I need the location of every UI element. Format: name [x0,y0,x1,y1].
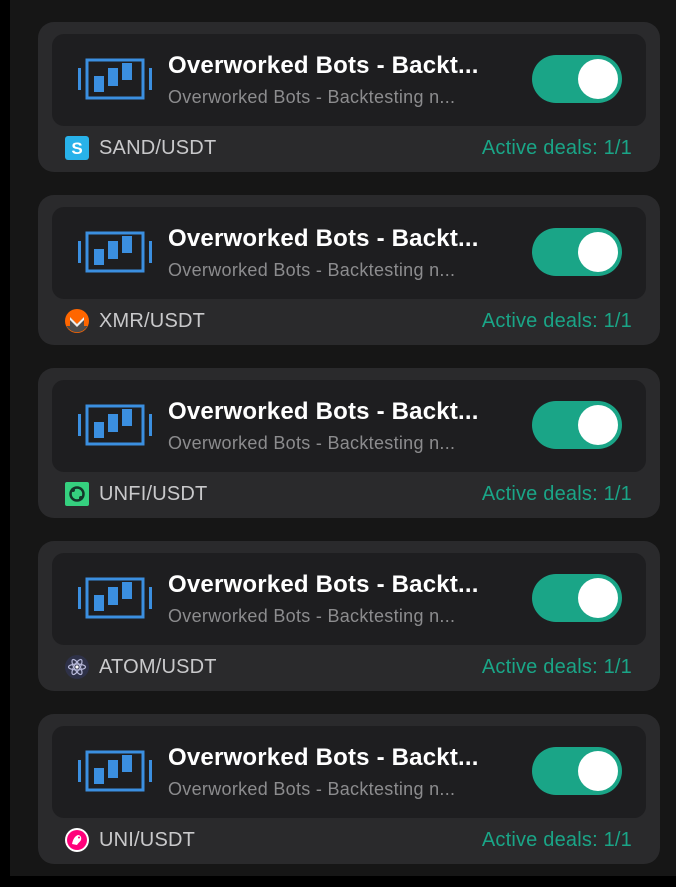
pair-row: ATOM/USDT [65,655,217,679]
bot-card[interactable]: Overworked Bots - Backt... Overworked Bo… [38,22,660,172]
toggle-knob [578,578,618,618]
pair-label: UNI/USDT [99,828,196,851]
candlestick-chart-icon [78,404,152,446]
active-deals-label: Active deals: 1/1 [481,483,632,505]
bot-card[interactable]: Overworked Bots - Backt... Overworked Bo… [38,195,660,345]
pair-row: UNFI/USDT [65,482,207,506]
bot-enabled-toggle[interactable] [532,401,622,449]
uniswap-icon [65,828,89,852]
bot-subtitle: Overworked Bots - Backtesting n... [168,779,456,799]
unfi-icon [65,482,89,506]
active-deals-label: Active deals: 1/1 [481,137,632,159]
bot-enabled-toggle[interactable] [532,574,622,622]
pair-label: XMR/USDT [99,309,206,332]
bot-enabled-toggle[interactable] [532,228,622,276]
candlestick-chart-icon [78,231,152,273]
toggle-knob [578,59,618,99]
bot-list: Overworked Bots - Backt... Overworked Bo… [38,22,670,887]
bot-card[interactable]: Overworked Bots - Backt... Overworked Bo… [38,541,660,691]
pair-row: UNI/USDT [65,828,195,852]
toggle-knob [578,232,618,272]
bot-title: Overworked Bots - Backt... [168,744,479,771]
pair-label: SAND/USDT [99,136,217,159]
sand-icon: S [65,136,89,160]
bot-header[interactable]: Overworked Bots - Backt... Overworked Bo… [52,553,646,645]
candlestick-chart-icon [78,750,152,792]
pair-row: XMR/USDT [65,309,205,333]
pair-label: UNFI/USDT [99,482,208,505]
bot-header[interactable]: Overworked Bots - Backt... Overworked Bo… [52,34,646,126]
bot-title: Overworked Bots - Backt... [168,225,479,252]
toggle-knob [578,405,618,445]
bot-card[interactable]: Overworked Bots - Backt... Overworked Bo… [38,714,660,864]
active-deals-label: Active deals: 1/1 [481,656,632,678]
bot-title: Overworked Bots - Backt... [168,52,479,79]
bot-enabled-toggle[interactable] [532,55,622,103]
bots-screen: Overworked Bots - Backt... Overworked Bo… [10,0,676,876]
svg-text:S: S [71,139,82,158]
active-deals-label: Active deals: 1/1 [481,310,632,332]
candlestick-chart-icon [78,577,152,619]
pair-row: S SAND/USDT [65,136,216,160]
pair-label: ATOM/USDT [99,655,217,678]
toggle-knob [578,751,618,791]
bot-header[interactable]: Overworked Bots - Backt... Overworked Bo… [52,380,646,472]
bot-header[interactable]: Overworked Bots - Backt... Overworked Bo… [52,207,646,299]
bot-card[interactable]: Overworked Bots - Backt... Overworked Bo… [38,368,660,518]
monero-icon [65,309,89,333]
bot-header[interactable]: Overworked Bots - Backt... Overworked Bo… [52,726,646,818]
bot-title: Overworked Bots - Backt... [168,398,479,425]
bot-subtitle: Overworked Bots - Backtesting n... [168,433,456,453]
bot-subtitle: Overworked Bots - Backtesting n... [168,87,456,107]
bot-subtitle: Overworked Bots - Backtesting n... [168,260,456,280]
candlestick-chart-icon [78,58,152,100]
bot-subtitle: Overworked Bots - Backtesting n... [168,606,456,626]
bot-title: Overworked Bots - Backt... [168,571,479,598]
bot-enabled-toggle[interactable] [532,747,622,795]
active-deals-label: Active deals: 1/1 [481,829,632,851]
cosmos-icon [65,655,89,679]
